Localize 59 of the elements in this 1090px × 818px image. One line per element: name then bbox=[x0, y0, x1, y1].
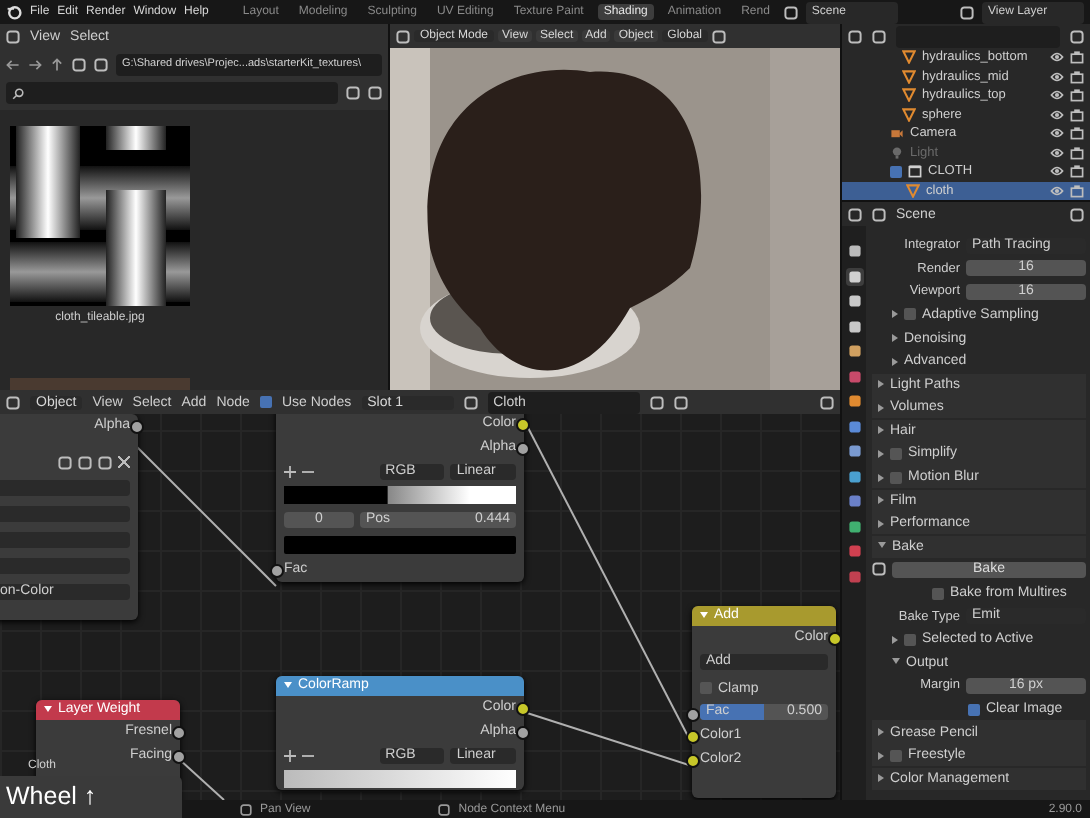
checkbox[interactable] bbox=[932, 587, 944, 600]
camera-icon[interactable] bbox=[1070, 183, 1084, 198]
camera-object-icon bbox=[890, 126, 904, 141]
back-arrow-icon[interactable] bbox=[6, 58, 20, 72]
camera-icon[interactable] bbox=[1070, 164, 1084, 179]
properties-tab[interactable] bbox=[845, 317, 863, 336]
eye-icon[interactable] bbox=[1050, 50, 1064, 65]
up-arrow-icon[interactable] bbox=[50, 58, 64, 72]
search-icon bbox=[12, 87, 24, 99]
color-ramp-bar[interactable] bbox=[284, 486, 516, 504]
clamp-checkbox[interactable] bbox=[700, 682, 712, 694]
properties-tab[interactable] bbox=[845, 292, 863, 311]
properties-tab[interactable] bbox=[845, 242, 863, 261]
node-socket[interactable] bbox=[130, 420, 144, 434]
eye-icon[interactable] bbox=[1050, 69, 1064, 84]
eye-icon[interactable] bbox=[1050, 88, 1064, 103]
properties-tab[interactable] bbox=[845, 442, 863, 461]
properties-tab[interactable] bbox=[845, 467, 863, 486]
collection-icon bbox=[908, 164, 922, 179]
search-field[interactable] bbox=[6, 82, 338, 104]
eye-icon[interactable] bbox=[1050, 126, 1064, 141]
checkbox[interactable] bbox=[890, 447, 902, 460]
properties-tab[interactable] bbox=[845, 417, 863, 436]
color-swatch[interactable] bbox=[284, 536, 516, 554]
collection-checkbox[interactable] bbox=[890, 165, 902, 178]
search-field[interactable] bbox=[896, 25, 1060, 47]
eye-icon[interactable] bbox=[1050, 164, 1064, 179]
texture-thumbnail[interactable] bbox=[10, 126, 190, 306]
node-socket[interactable] bbox=[270, 564, 284, 578]
camera-icon[interactable] bbox=[1070, 69, 1084, 84]
checkbox[interactable] bbox=[968, 703, 980, 716]
camera-icon[interactable] bbox=[1070, 88, 1084, 103]
checkbox[interactable] bbox=[890, 471, 902, 484]
properties-tab[interactable] bbox=[845, 342, 863, 361]
camera-icon[interactable] bbox=[1070, 50, 1084, 65]
forward-arrow-icon[interactable] bbox=[28, 58, 42, 72]
use-nodes-checkbox[interactable] bbox=[259, 396, 272, 408]
minus-icon[interactable] bbox=[302, 749, 314, 761]
checkbox[interactable] bbox=[904, 633, 916, 646]
properties-tab[interactable] bbox=[845, 392, 863, 411]
node-socket[interactable] bbox=[828, 632, 840, 646]
camera-icon[interactable] bbox=[1070, 107, 1084, 122]
properties-tab[interactable] bbox=[845, 492, 863, 511]
eye-icon[interactable] bbox=[1050, 107, 1064, 122]
checkbox[interactable] bbox=[904, 308, 916, 321]
add-icon[interactable] bbox=[284, 749, 296, 761]
minus-icon[interactable] bbox=[302, 465, 314, 477]
add-icon[interactable] bbox=[284, 465, 296, 477]
checkbox[interactable] bbox=[890, 749, 902, 762]
properties-tab[interactable] bbox=[845, 267, 863, 286]
key-overlay: Wheel ↑ bbox=[0, 776, 182, 818]
properties-tab[interactable] bbox=[845, 517, 863, 536]
blender-logo-icon[interactable] bbox=[6, 4, 22, 20]
node-link bbox=[179, 759, 225, 800]
camera-icon[interactable] bbox=[1070, 126, 1084, 141]
color-ramp-bar[interactable] bbox=[284, 770, 516, 788]
light-icon bbox=[890, 145, 904, 160]
eye-icon[interactable] bbox=[1050, 183, 1064, 198]
mesh-icon bbox=[906, 183, 920, 198]
